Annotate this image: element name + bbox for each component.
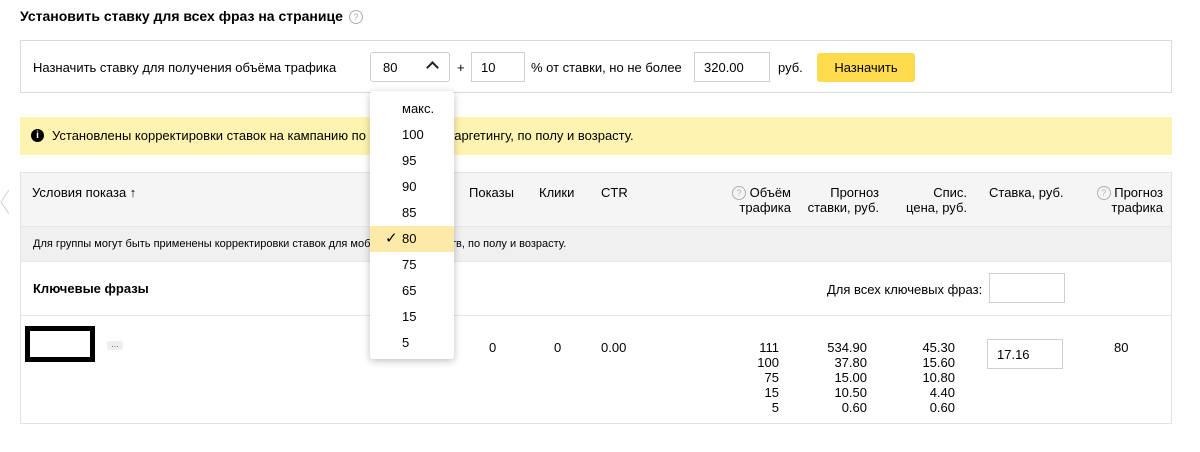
dropdown-option[interactable]: 5 xyxy=(370,330,454,356)
dropdown-option[interactable]: 100 xyxy=(370,122,454,148)
forecast-bid-value: 10.50 xyxy=(834,385,867,400)
all-keywords-bid-input[interactable] xyxy=(989,273,1065,303)
header-forecast-bid[interactable]: Прогноз ставки, руб. xyxy=(801,185,879,215)
row-traffic-forecast: 80 xyxy=(1114,340,1129,355)
percent-label: % от ставки, но не более xyxy=(531,60,682,75)
header-list-line2: цена, руб. xyxy=(906,200,967,215)
traffic-volume-select[interactable]: 80 xyxy=(370,52,450,82)
forecast-bid-value: 15.00 xyxy=(834,370,867,385)
dropdown-option-selected[interactable]: ✓ 80 xyxy=(370,226,454,252)
help-icon[interactable]: ? xyxy=(731,186,746,200)
forecast-bid-value: 0.60 xyxy=(841,400,867,415)
header-list-line1: Спис. xyxy=(933,185,967,200)
row-forecast-bids: 534.90 37.80 15.00 10.50 0.60 xyxy=(817,340,867,415)
header-volume-line1: Объём xyxy=(749,185,791,200)
volume-value: 15 xyxy=(764,385,779,400)
table-header: Условия показа ↑ Показы Клики CTR ? Объё… xyxy=(21,173,1171,226)
list-price-value: 4.40 xyxy=(929,385,955,400)
option-label: 100 xyxy=(402,127,424,142)
option-label: 65 xyxy=(402,283,417,298)
keywords-header-row: Ключевые фразы Для всех ключевых фраз: xyxy=(21,262,1171,316)
row-shows: 0 xyxy=(489,340,497,355)
option-label: 95 xyxy=(402,153,417,168)
row-volume-list: 111 100 75 15 5 xyxy=(741,340,779,415)
header-clicks[interactable]: Клики xyxy=(539,185,574,200)
max-bid-input[interactable]: 320.00 xyxy=(694,52,770,82)
help-icon[interactable]: ? xyxy=(348,10,363,24)
all-keywords-label: Для всех ключевых фраз: xyxy=(827,282,983,297)
keyword-phrase-redacted[interactable] xyxy=(25,326,95,362)
row-clicks: 0 xyxy=(554,340,562,355)
header-shows[interactable]: Показы xyxy=(469,185,514,200)
header-volume-line2: трафика xyxy=(739,200,791,215)
checkmark-icon: ✓ xyxy=(385,230,398,247)
dropdown-option[interactable]: 95 xyxy=(370,148,454,174)
header-volume[interactable]: ? Объём трафика xyxy=(729,185,791,215)
volume-value: 75 xyxy=(764,370,779,385)
header-bid[interactable]: Ставка, руб. xyxy=(989,185,1064,200)
row-list-prices: 45.30 15.60 10.80 4.40 0.60 xyxy=(909,340,955,415)
notice-text: Установлены корректировки ставок на камп… xyxy=(52,128,634,143)
keywords-title: Ключевые фразы xyxy=(33,281,149,296)
header-forecast-line1: Прогноз xyxy=(830,185,879,200)
help-icon[interactable]: ? xyxy=(1096,186,1111,200)
collapse-arrow-icon[interactable] xyxy=(0,190,10,214)
currency-label: руб. xyxy=(778,60,803,75)
dropdown-option[interactable]: 15 xyxy=(370,304,454,330)
traffic-volume-value: 80 xyxy=(383,60,398,75)
chevron-up-icon xyxy=(426,61,439,74)
dropdown-option[interactable]: 85 xyxy=(370,200,454,226)
forecast-bid-value: 534.90 xyxy=(827,340,867,355)
more-options-button[interactable]: ... xyxy=(107,340,123,350)
option-label: 75 xyxy=(402,257,417,272)
option-label: 15 xyxy=(402,309,417,324)
adjustments-notice: i Установлены корректировки ставок на ка… xyxy=(20,117,1172,155)
header-list-price[interactable]: Спис. цена, руб. xyxy=(891,185,967,215)
assign-button[interactable]: Назначить xyxy=(817,53,915,82)
option-label: 85 xyxy=(402,205,417,220)
row-bid-input[interactable]: 17.16 xyxy=(987,339,1063,369)
dropdown-option[interactable]: 90 xyxy=(370,174,454,200)
volume-value: 5 xyxy=(771,400,779,415)
list-price-value: 0.60 xyxy=(929,400,955,415)
option-label: макс. xyxy=(402,101,435,116)
header-tforecast-line1: Прогноз xyxy=(1114,185,1163,200)
header-conditions[interactable]: Условия показа ↑ xyxy=(32,185,136,200)
volume-value: 100 xyxy=(757,355,779,370)
phrases-table: Условия показа ↑ Показы Клики CTR ? Объё… xyxy=(20,172,1172,424)
bid-form: Назначить ставку для получения объёма тр… xyxy=(20,40,1172,93)
row-ctr: 0.00 xyxy=(601,340,627,355)
list-price-value: 45.30 xyxy=(922,340,955,355)
volume-value: 111 xyxy=(759,340,779,355)
info-icon: i xyxy=(31,129,44,142)
option-label: 80 xyxy=(402,231,417,246)
header-traffic-forecast[interactable]: ? Прогноз трафика xyxy=(1087,185,1163,215)
header-tforecast-line2: трафика xyxy=(1111,200,1163,215)
traffic-volume-dropdown: макс. 100 95 90 85 ✓ 80 75 65 15 5 xyxy=(370,91,454,359)
option-label: 90 xyxy=(402,179,417,194)
dropdown-option[interactable]: макс. xyxy=(370,96,454,122)
plus-sign: + xyxy=(457,60,465,75)
list-price-value: 10.80 xyxy=(922,370,955,385)
forecast-bid-value: 37.80 xyxy=(834,355,867,370)
dropdown-option[interactable]: 75 xyxy=(370,252,454,278)
header-ctr[interactable]: CTR xyxy=(601,185,628,200)
percent-input[interactable]: 10 xyxy=(471,52,525,82)
dropdown-option[interactable]: 65 xyxy=(370,278,454,304)
group-note: Для группы могут быть применены корректи… xyxy=(21,226,1171,262)
page-title-text: Установить ставку для всех фраз на стран… xyxy=(20,8,343,24)
page-title: Установить ставку для всех фраз на стран… xyxy=(20,8,363,24)
list-price-value: 15.60 xyxy=(922,355,955,370)
header-forecast-line2: ставки, руб. xyxy=(807,200,879,215)
bid-form-label: Назначить ставку для получения объёма тр… xyxy=(33,60,337,75)
option-label: 5 xyxy=(402,335,410,350)
